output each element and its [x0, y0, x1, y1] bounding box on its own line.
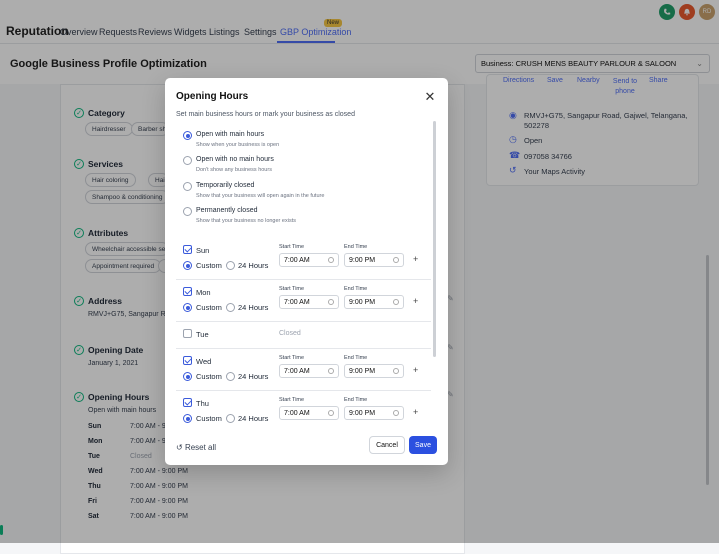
day-label: Thu [196, 399, 209, 408]
reset-icon: ↺ [176, 443, 183, 452]
24-hours-label: 24 Hours [238, 372, 269, 381]
day-checkbox-sun[interactable] [183, 245, 192, 254]
end-time-label: End Time [344, 244, 368, 250]
end-time-value: 9:00 PM [349, 410, 376, 417]
end-time-label: End Time [344, 355, 368, 361]
start-time-input[interactable]: 7:00 AM [279, 253, 339, 267]
opening-hours-dialog: Opening Hours ✕ Set main business hours … [165, 78, 448, 465]
24-hours-radio[interactable] [226, 303, 235, 312]
option-desc: Show that your business will open again … [196, 193, 325, 199]
start-time-value: 7:00 AM [284, 368, 310, 375]
clock-icon [393, 299, 399, 305]
clock-icon [393, 410, 399, 416]
custom-label: Custom [196, 414, 222, 423]
option-label: Temporarily closed [196, 182, 255, 189]
start-time-label: Start Time [279, 397, 305, 403]
clock-icon [393, 257, 399, 263]
end-time-value: 9:00 PM [349, 257, 376, 264]
dialog-subtitle: Set main business hours or mark your bus… [176, 111, 355, 118]
start-time-value: 7:00 AM [284, 257, 310, 264]
clock-icon [328, 257, 334, 263]
row-divider [176, 279, 431, 280]
day-checkbox-mon[interactable] [183, 287, 192, 296]
start-time-input[interactable]: 7:00 AM [279, 364, 339, 378]
radio-open-main-hours[interactable] [183, 131, 192, 140]
custom-radio[interactable] [183, 303, 192, 312]
reset-all-button[interactable]: ↺ Reset all [176, 443, 216, 452]
add-hours-icon[interactable]: + [413, 407, 418, 417]
dialog-scrollbar[interactable] [433, 121, 436, 357]
custom-label: Custom [196, 372, 222, 381]
row-divider [176, 390, 431, 391]
close-icon[interactable]: ✕ [423, 90, 437, 104]
end-time-label: End Time [344, 397, 368, 403]
add-hours-icon[interactable]: + [413, 254, 418, 264]
start-time-label: Start Time [279, 286, 305, 292]
24-hours-radio[interactable] [226, 261, 235, 270]
app-root: Reputation Overview Requests Reviews Wid… [0, 0, 719, 554]
custom-radio[interactable] [183, 414, 192, 423]
day-checkbox-wed[interactable] [183, 356, 192, 365]
option-desc: Show when your business is open [196, 142, 280, 148]
24-hours-label: 24 Hours [238, 414, 269, 423]
radio-permanently-closed[interactable] [183, 207, 192, 216]
clock-icon [328, 368, 334, 374]
day-label: Wed [196, 357, 212, 366]
add-hours-icon[interactable]: + [413, 365, 418, 375]
save-button[interactable]: Save [409, 436, 437, 454]
option-desc: Show that your business no longer exists [196, 218, 296, 224]
custom-label: Custom [196, 303, 222, 312]
start-time-label: Start Time [279, 244, 305, 250]
24-hours-label: 24 Hours [238, 261, 269, 270]
day-label: Mon [196, 288, 211, 297]
end-time-input[interactable]: 9:00 PM [344, 253, 404, 267]
end-time-value: 9:00 PM [349, 299, 376, 306]
row-divider [176, 348, 431, 349]
start-time-value: 7:00 AM [284, 410, 310, 417]
dialog-title: Opening Hours [176, 91, 249, 102]
day-label: Tue [196, 330, 209, 339]
start-time-label: Start Time [279, 355, 305, 361]
option-label: Permanently closed [196, 207, 258, 214]
option-label: Open with main hours [196, 131, 265, 138]
closed-label: Closed [279, 330, 301, 337]
clock-icon [328, 410, 334, 416]
radio-temporarily-closed[interactable] [183, 182, 192, 191]
custom-radio[interactable] [183, 372, 192, 381]
24-hours-radio[interactable] [226, 414, 235, 423]
day-checkbox-tue[interactable] [183, 329, 192, 338]
end-time-value: 9:00 PM [349, 368, 376, 375]
clock-icon [328, 299, 334, 305]
option-desc: Don't show any business hours [196, 167, 272, 173]
24-hours-label: 24 Hours [238, 303, 269, 312]
24-hours-radio[interactable] [226, 372, 235, 381]
custom-radio[interactable] [183, 261, 192, 270]
option-label: Open with no main hours [196, 156, 274, 163]
add-hours-icon[interactable]: + [413, 296, 418, 306]
clock-icon [393, 368, 399, 374]
end-time-label: End Time [344, 286, 368, 292]
cancel-button[interactable]: Cancel [369, 436, 405, 454]
end-time-input[interactable]: 9:00 PM [344, 406, 404, 420]
start-time-input[interactable]: 7:00 AM [279, 406, 339, 420]
end-time-input[interactable]: 9:00 PM [344, 364, 404, 378]
radio-no-main-hours[interactable] [183, 156, 192, 165]
start-time-value: 7:00 AM [284, 299, 310, 306]
row-divider [176, 321, 431, 322]
day-checkbox-thu[interactable] [183, 398, 192, 407]
custom-label: Custom [196, 261, 222, 270]
end-time-input[interactable]: 9:00 PM [344, 295, 404, 309]
reset-all-label: Reset all [184, 443, 217, 452]
day-label: Sun [196, 246, 210, 255]
start-time-input[interactable]: 7:00 AM [279, 295, 339, 309]
